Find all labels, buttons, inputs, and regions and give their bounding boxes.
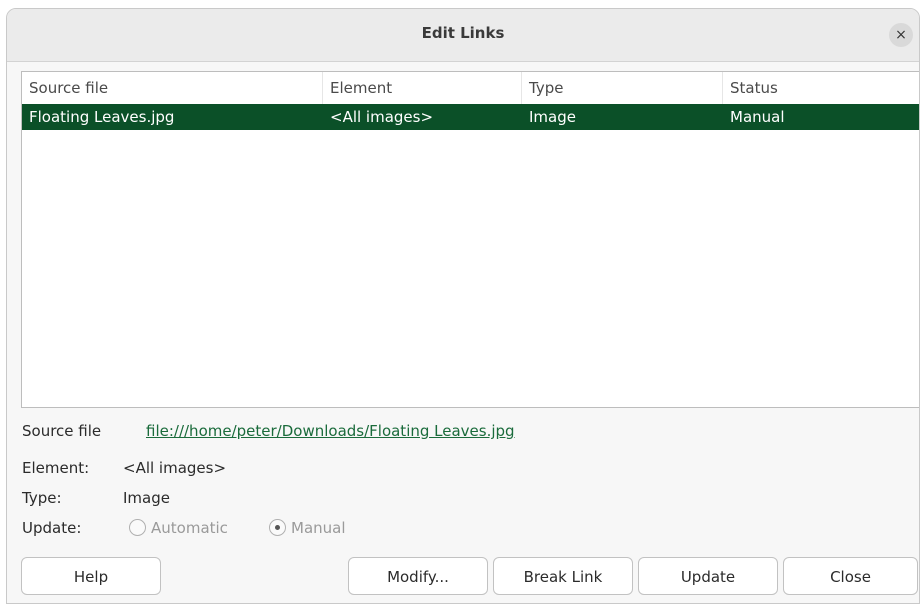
column-divider[interactable] xyxy=(521,72,522,104)
update-label: Update: xyxy=(22,519,82,537)
title-bar: Edit Links × xyxy=(7,9,919,62)
type-value: Image xyxy=(123,489,170,507)
cell-source-file: Floating Leaves.jpg xyxy=(29,108,175,126)
radio-unchecked-icon xyxy=(129,519,146,536)
cell-status: Manual xyxy=(730,108,785,126)
column-header-status[interactable]: Status xyxy=(730,79,778,97)
cell-type: Image xyxy=(529,108,576,126)
column-header-element[interactable]: Element xyxy=(330,79,392,97)
modify-button[interactable]: Modify... xyxy=(348,557,488,595)
column-divider[interactable] xyxy=(722,72,723,104)
column-header-source-file[interactable]: Source file xyxy=(29,79,108,97)
update-button[interactable]: Update xyxy=(638,557,778,595)
table-header: Source file Element Type Status xyxy=(22,72,919,105)
dialog-title: Edit Links xyxy=(421,24,505,42)
automatic-label: Automatic xyxy=(151,519,228,537)
break-link-button[interactable]: Break Link xyxy=(493,557,633,595)
update-manual-radio[interactable]: Manual xyxy=(269,519,346,537)
help-button[interactable]: Help xyxy=(21,557,161,595)
element-value: <All images> xyxy=(123,459,227,477)
column-header-type[interactable]: Type xyxy=(529,79,563,97)
links-table[interactable]: Source file Element Type Status Floating… xyxy=(21,71,919,408)
column-divider[interactable] xyxy=(322,72,323,104)
source-file-label: Source file xyxy=(22,422,102,440)
close-button[interactable]: Close xyxy=(783,557,918,595)
table-row[interactable]: Floating Leaves.jpg <All images> Image M… xyxy=(22,104,919,130)
radio-checked-icon xyxy=(269,519,286,536)
manual-label: Manual xyxy=(291,519,346,537)
type-label: Type: xyxy=(22,489,62,507)
update-automatic-radio[interactable]: Automatic xyxy=(129,519,228,537)
close-icon[interactable]: × xyxy=(889,23,913,47)
edit-links-dialog: Edit Links × Source file Element Type St… xyxy=(6,8,920,604)
element-label: Element: xyxy=(22,459,90,477)
source-file-link[interactable]: file:///home/peter/Downloads/Floating Le… xyxy=(146,422,515,440)
cell-element: <All images> xyxy=(330,108,434,126)
